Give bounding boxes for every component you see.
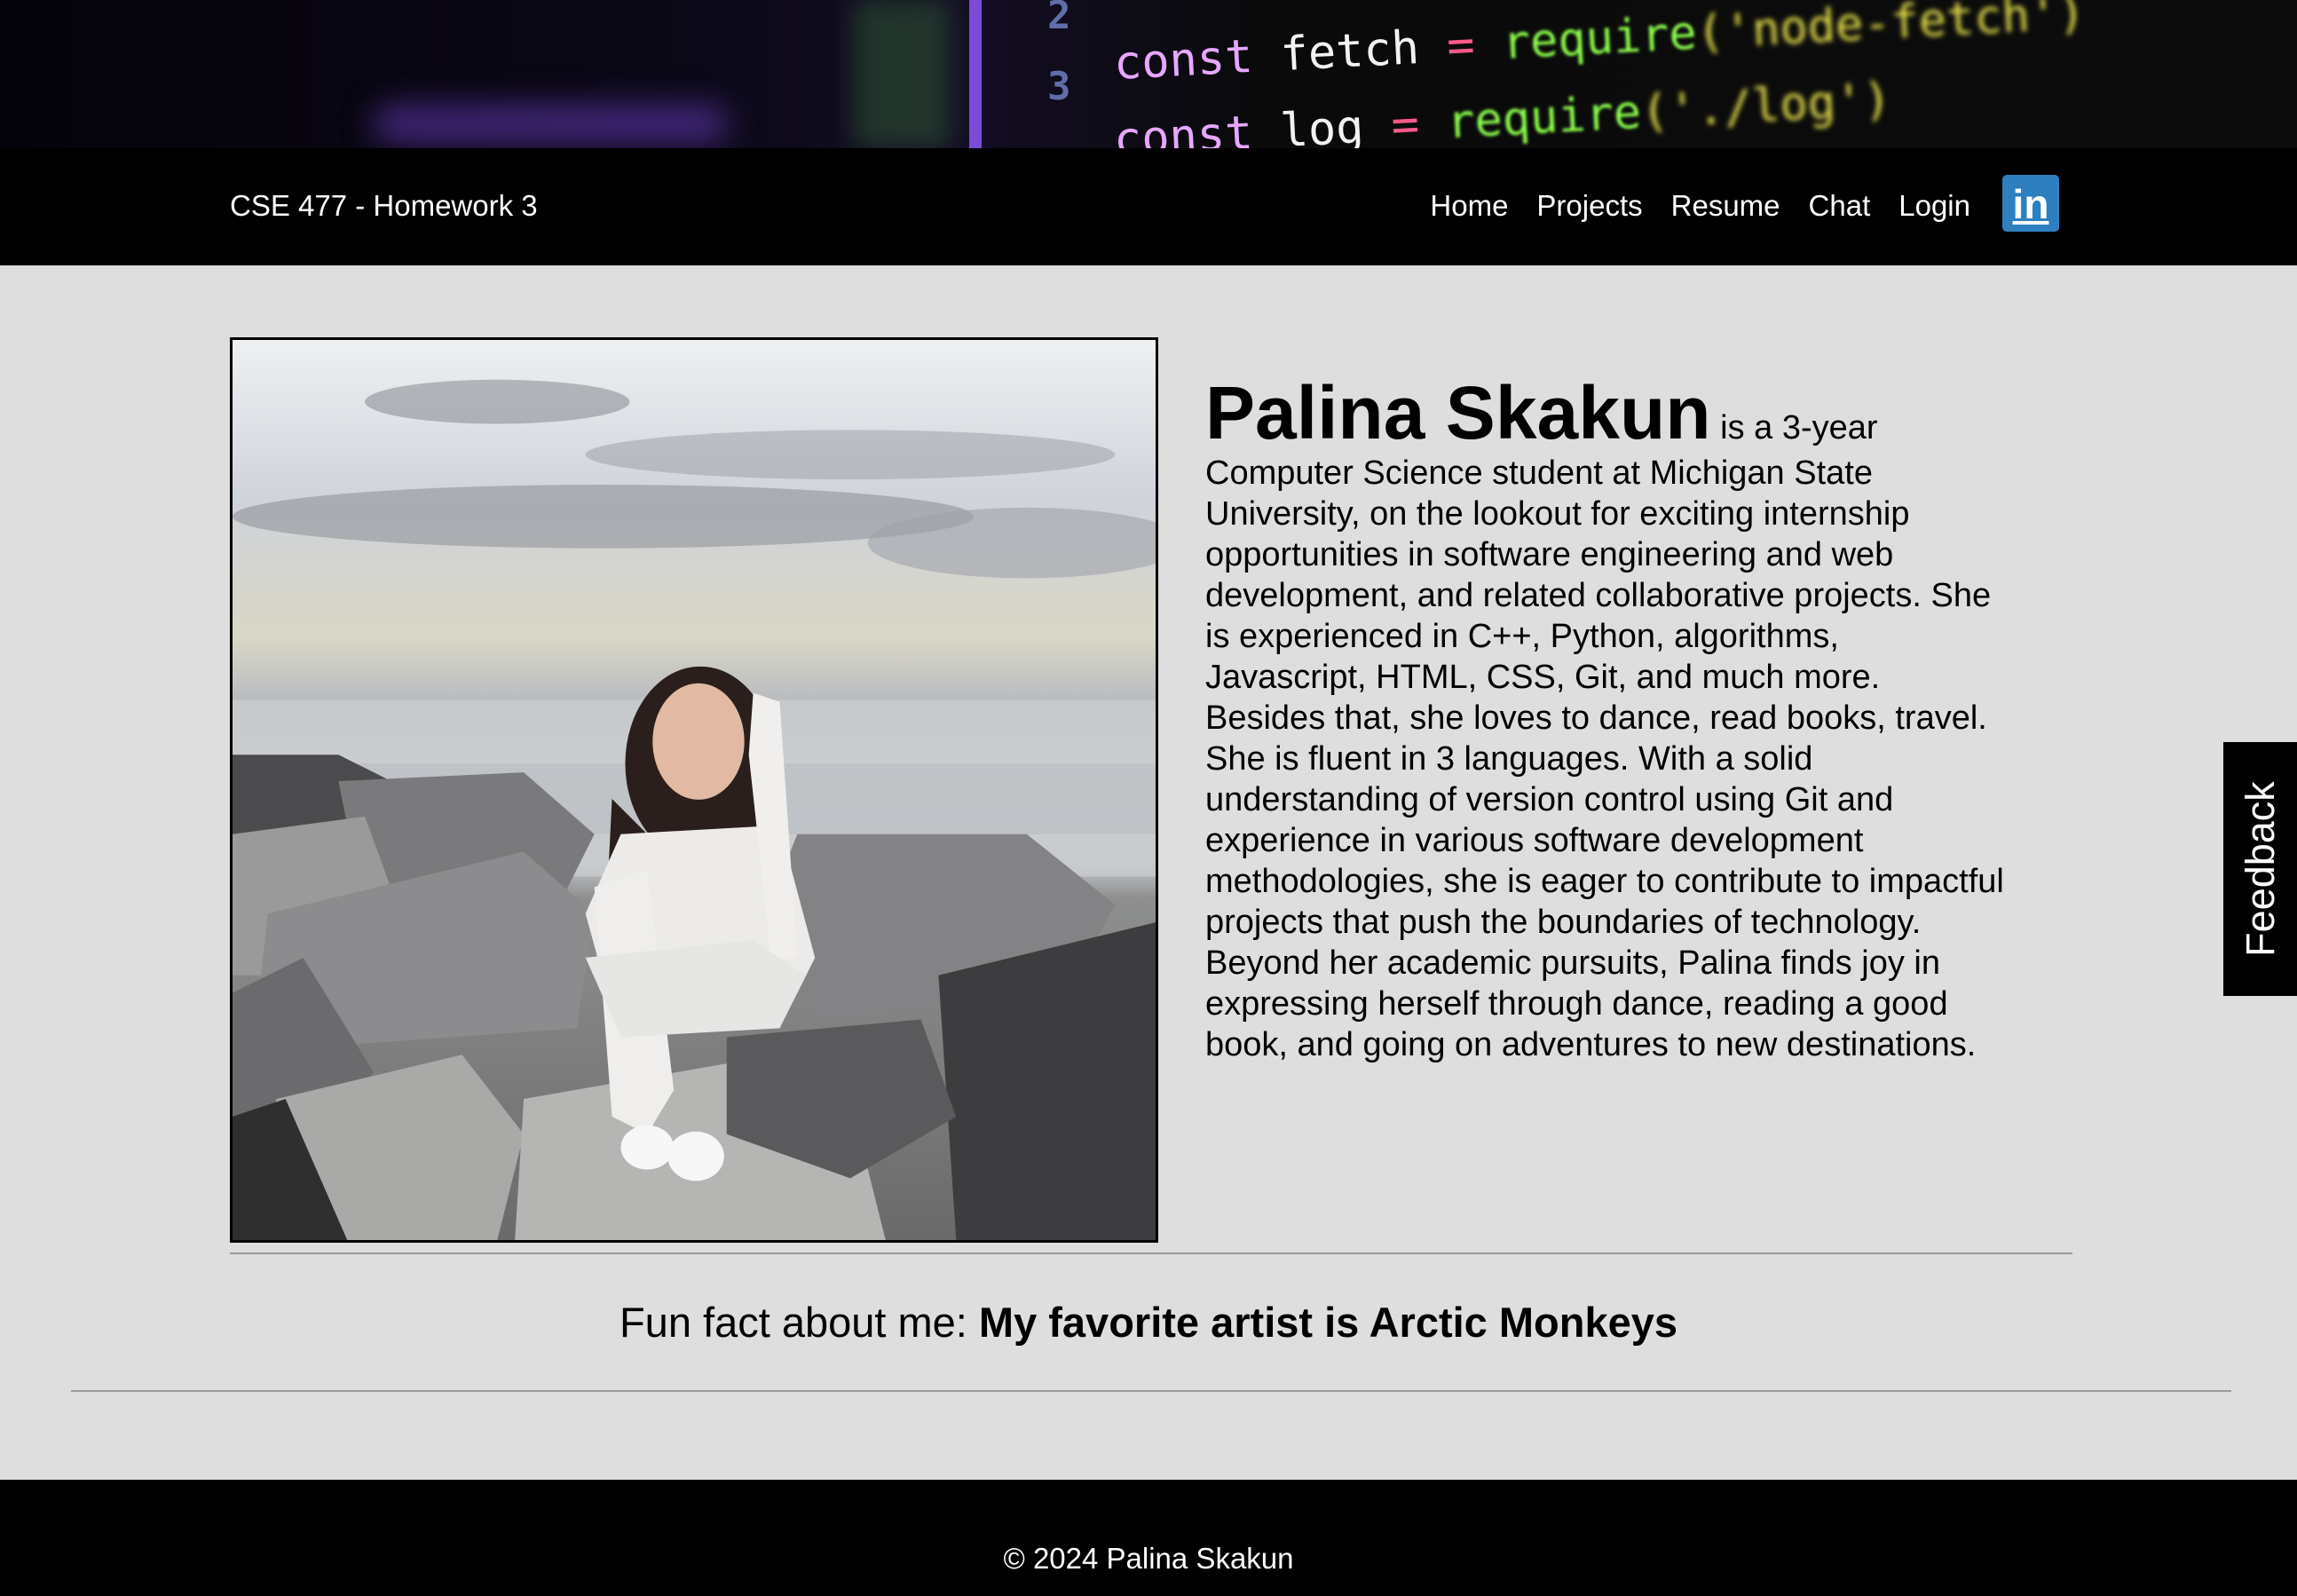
site-brand[interactable]: CSE 477 - Homework 3: [230, 189, 538, 223]
nav-link-resume[interactable]: Resume: [1671, 189, 1780, 223]
feedback-label: Feedback: [2237, 781, 2283, 957]
profile-bio: Palina Skakun is a 3-year Computer Scien…: [1205, 373, 2004, 1065]
banner-blur: [852, 0, 950, 148]
section-divider: [230, 1252, 2072, 1254]
nav-link-projects[interactable]: Projects: [1536, 189, 1642, 223]
section-divider: [71, 1390, 2231, 1392]
banner-blur: [373, 107, 728, 142]
banner-line-number: 2: [1047, 0, 1071, 38]
fun-fact-label: Fun fact about me:: [619, 1299, 979, 1346]
navbar: CSE 477 - Homework 3 Home Projects Resum…: [0, 148, 2297, 265]
banner-editor-gutter: [969, 0, 982, 148]
profile-photo-illustration: [233, 379, 1156, 1240]
feedback-tab[interactable]: Feedback: [2223, 742, 2297, 996]
nav-link-login[interactable]: Login: [1898, 189, 1970, 223]
linkedin-icon[interactable]: in: [2002, 175, 2059, 232]
profile-description: is a 3-year Computer Science student at …: [1205, 409, 2004, 1063]
nav-link-chat[interactable]: Chat: [1809, 189, 1871, 223]
profile-name: Palina Skakun: [1205, 371, 1711, 454]
nav-link-home[interactable]: Home: [1430, 189, 1508, 223]
banner-line-number: 3: [1047, 64, 1071, 109]
banner-code-line: const fetch = require('node-fetch'): [1112, 0, 2087, 91]
footer-copyright: © 2024 Palina Skakun: [1003, 1542, 1294, 1575]
nav-menu: Home Projects Resume Chat Login: [1430, 189, 1970, 223]
fun-fact-value: My favorite artist is Arctic Monkeys: [978, 1299, 1678, 1346]
footer: © 2024 Palina Skakun: [0, 1480, 2297, 1596]
fun-fact: Fun fact about me: My favorite artist is…: [0, 1298, 2297, 1347]
profile-photo: [230, 337, 1158, 1243]
header-banner-image: 2 3 const fetch = require('node-fetch') …: [0, 0, 2297, 148]
